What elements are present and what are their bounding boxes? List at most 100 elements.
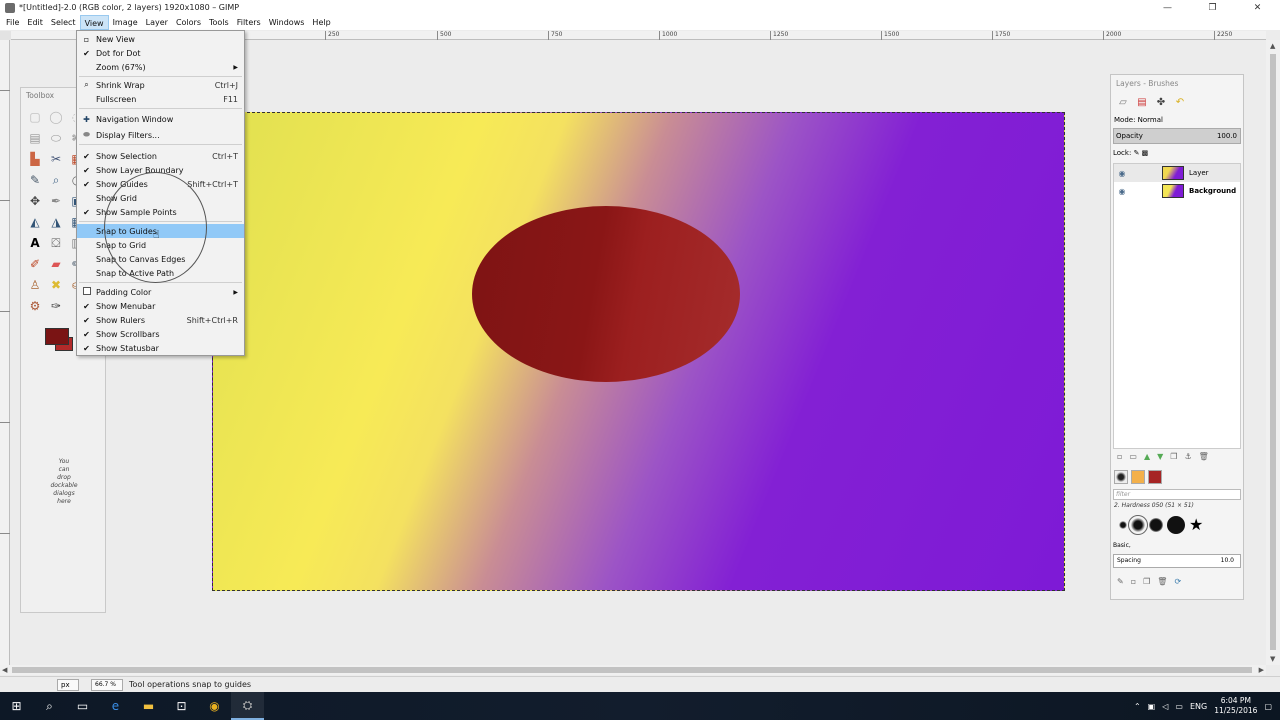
bucket-fill-icon[interactable]: ⛋ [46,233,66,253]
scroll-left-icon[interactable]: ◀ [2,666,7,674]
menu-view[interactable]: View [79,15,109,30]
vertical-scroll-thumb[interactable] [1270,54,1276,650]
menu-item-zoom[interactable]: Zoom (67%) ▶ [77,60,244,74]
menu-item-navigation-window[interactable]: ✚ Navigation Window [77,112,244,126]
menu-item-show-menubar[interactable]: ✔ Show Menubar [77,299,244,313]
raise-layer-icon[interactable]: ▲ [1144,452,1150,461]
heal-icon[interactable]: ✖ [46,275,66,295]
layers-tab-icon[interactable]: ▱ [1115,94,1131,110]
unit-select[interactable]: px [57,678,79,691]
scroll-down-icon[interactable]: ▼ [1270,655,1275,663]
chevron-up-icon[interactable]: ⌃ [1134,702,1141,711]
menu-item-show-sample-points[interactable]: ✔ Show Sample Points [77,205,244,219]
brush-swatch[interactable] [1167,516,1185,534]
foreground-select-icon[interactable]: ▙ [25,149,45,169]
fuzzy-select-icon[interactable]: ▤ [25,128,45,148]
task-view-icon[interactable]: ▭ [66,692,99,720]
image-canvas[interactable] [212,112,1065,591]
undo-history-tab-icon[interactable]: ↶ [1172,94,1188,110]
brush-swatch[interactable] [1149,518,1163,532]
flip-icon[interactable]: ◮ [46,212,66,232]
patterns-tab-icon[interactable] [1131,470,1145,484]
align-icon[interactable]: ✒ [46,191,66,211]
menu-item-show-statusbar[interactable]: ✔ Show Statusbar [77,341,244,355]
menu-edit[interactable]: Edit [23,15,47,30]
lock-alpha-icon[interactable]: ▩ [1142,149,1149,157]
scroll-up-icon[interactable]: ▲ [1270,42,1275,50]
vertical-ruler[interactable] [0,40,10,665]
menu-item-fullscreen[interactable]: Fullscreen F11 [77,92,244,106]
menu-item-snap-to-canvas-edges[interactable]: Snap to Canvas Edges [77,252,244,266]
paths-icon[interactable]: ✂ [46,149,66,169]
menu-item-show-scrollbars[interactable]: ✔ Show Scrollbars [77,327,244,341]
brush-swatch[interactable] [1119,521,1127,529]
text-icon[interactable]: A [25,233,45,253]
menu-select[interactable]: Select [47,15,80,30]
gimp-taskbar-icon[interactable]: ⛭ [231,692,264,720]
menu-image[interactable]: Image [109,15,142,30]
paths-tab-icon[interactable]: ✤ [1153,94,1169,110]
file-explorer-icon[interactable]: ▬ [132,692,165,720]
anchor-layer-icon[interactable]: ⚓ [1184,452,1191,461]
duplicate-layer-icon[interactable]: ❐ [1170,452,1177,461]
start-button[interactable]: ⊞ [0,692,33,720]
new-layer-group-icon[interactable]: ▭ [1129,452,1137,461]
duplicate-brush-icon[interactable]: ❐ [1143,577,1150,586]
paintbrush-icon[interactable]: ✐ [25,254,45,274]
layer-row[interactable]: ◉ Background [1114,182,1240,200]
battery-icon[interactable]: ▭ [1175,702,1183,711]
vertical-scrollbar[interactable]: ▲ ▼ [1266,40,1280,665]
volume-icon[interactable]: ◁ [1162,702,1168,711]
brushes-tab-icon[interactable] [1114,470,1128,484]
menu-item-padding-color[interactable]: Padding Color ▶ [77,285,244,299]
star-brush-icon[interactable]: ★ [1189,517,1203,533]
foreground-color-swatch[interactable] [45,328,69,345]
edge-browser-icon[interactable]: e [99,692,132,720]
scroll-right-icon[interactable]: ▶ [1259,666,1264,674]
select-by-color-icon[interactable]: ⬭ [46,128,66,148]
red-ellipse-layer[interactable] [472,206,740,382]
menu-colors[interactable]: Colors [172,15,205,30]
delete-layer-icon[interactable]: 🗑 [1199,452,1209,461]
minimize-button[interactable]: — [1145,0,1190,15]
menu-item-show-selection[interactable]: ✔ Show Selection Ctrl+T [77,149,244,163]
close-button[interactable]: ✕ [1235,0,1280,15]
zoom-select[interactable]: 66.7 % [91,678,123,691]
menu-layer[interactable]: Layer [142,15,172,30]
clone-icon[interactable]: ♙ [25,275,45,295]
menu-item-snap-to-guides[interactable]: Snap to Guides [77,224,244,238]
maximize-button[interactable]: ❐ [1190,0,1235,15]
menu-item-new-view[interactable]: ▫ New View [77,32,244,46]
channels-tab-icon[interactable]: ▤ [1134,94,1150,110]
brush-swatch[interactable] [1128,515,1148,535]
ink-icon[interactable]: ✑ [46,296,66,316]
menu-help[interactable]: Help [308,15,334,30]
clock[interactable]: 6:04 PM 11/25/2016 [1214,696,1257,716]
menu-item-show-rulers[interactable]: ✔ Show Rulers Shift+Ctrl+R [77,313,244,327]
notifications-icon[interactable]: ▢ [1264,702,1272,711]
zoom-icon[interactable]: ⌕ [46,170,66,190]
language-indicator[interactable]: ENG [1190,702,1207,711]
menu-tools[interactable]: Tools [205,15,233,30]
menu-windows[interactable]: Windows [265,15,309,30]
eyedropper-icon[interactable]: ✎ [25,170,45,190]
spacing-slider[interactable]: Spacing 10.0 [1113,554,1241,568]
edit-brush-icon[interactable]: ✎ [1117,577,1124,586]
rect-select-icon[interactable]: ▢ [25,107,45,127]
store-icon[interactable]: ⊡ [165,692,198,720]
network-icon[interactable]: ▣ [1148,702,1156,711]
new-brush-icon[interactable]: ▫ [1131,577,1136,586]
lower-layer-icon[interactable]: ▼ [1157,452,1163,461]
menu-item-show-grid[interactable]: Show Grid [77,191,244,205]
ruler-corner[interactable] [0,31,11,40]
lock-pixels-icon[interactable]: ✎ [1134,149,1140,157]
visibility-eye-icon[interactable]: ◉ [1114,187,1130,196]
menu-filters[interactable]: Filters [233,15,265,30]
brush-tag[interactable]: Basic, [1113,541,1241,551]
eraser-icon[interactable]: ▰ [46,254,66,274]
menu-item-shrink-wrap[interactable]: ⌕ Shrink Wrap Ctrl+J [77,78,244,92]
visibility-eye-icon[interactable]: ◉ [1114,169,1130,178]
horizontal-scrollbar[interactable]: ◀ ▶ [0,665,1266,675]
new-layer-icon[interactable]: ▫ [1117,452,1122,461]
menu-item-snap-to-grid[interactable]: Snap to Grid [77,238,244,252]
